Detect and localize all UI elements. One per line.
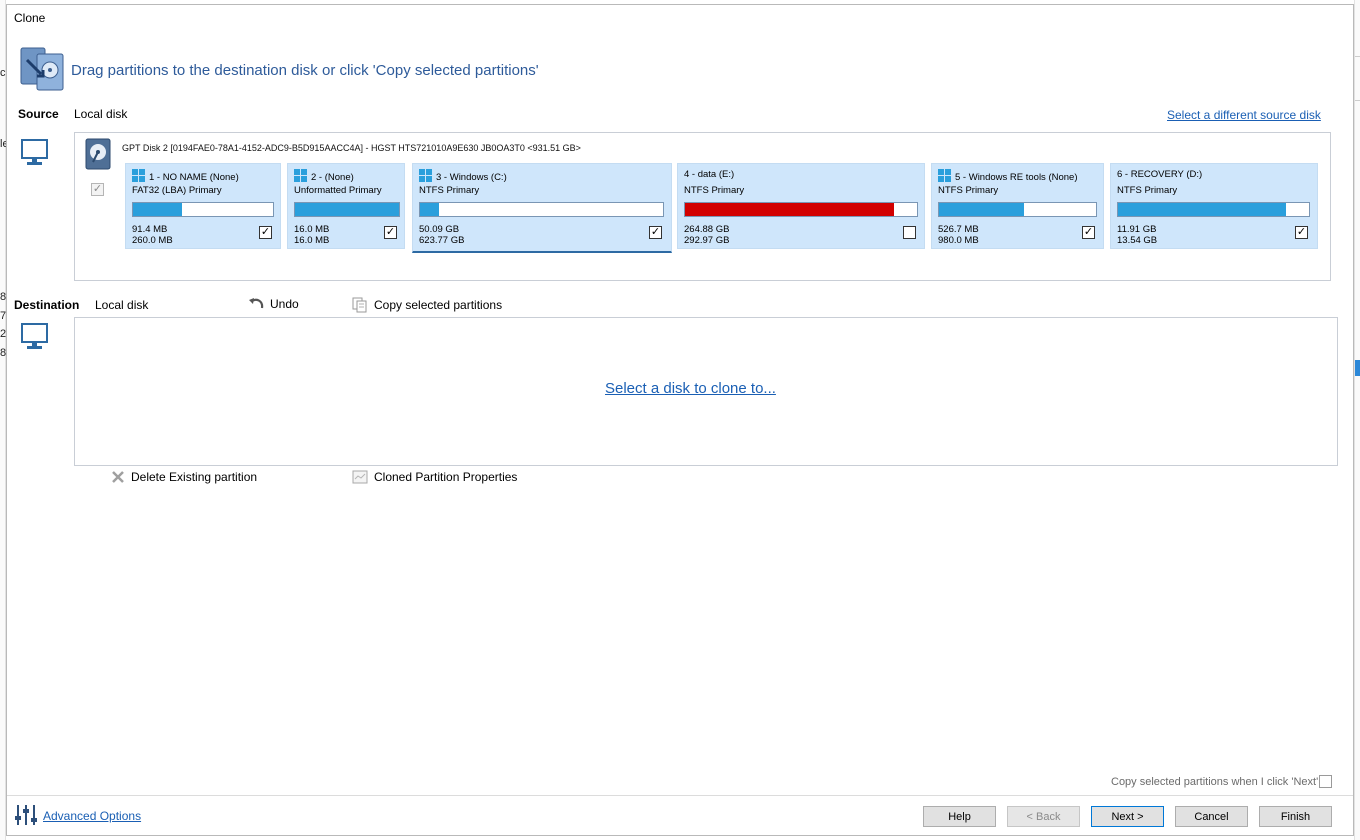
partition-total: 260.0 MB [132,235,173,246]
partition-used: 526.7 MB [938,224,979,235]
advanced-options-link[interactable]: Advanced Options [43,809,141,823]
windows-logo-icon [294,169,307,182]
cancel-button[interactable]: Cancel [1175,806,1248,827]
cloned-props-label: Cloned Partition Properties [374,470,518,484]
windows-logo-icon [419,169,432,182]
partition-used: 50.09 GB [419,224,460,235]
copy-when-next-checkbox[interactable] [1319,775,1332,788]
copy-selected-label: Copy selected partitions [374,298,503,312]
partition-card[interactable]: 6 - RECOVERY (D:) NTFS Primary 11.91 GB … [1110,163,1318,249]
partition-usage-fill [685,203,894,216]
hard-disk-icon [85,138,111,170]
partition-total: 292.97 GB [684,235,730,246]
partition-title: 5 - Windows RE tools (None) [938,169,1077,183]
partition-title: 3 - Windows (C:) [419,169,507,183]
windows-logo-icon [938,169,951,182]
destination-disk-type: Local disk [95,298,149,312]
partition-title-text: 2 - (None) [311,172,354,183]
partition-card[interactable]: 5 - Windows RE tools (None) NTFS Primary… [931,163,1104,249]
partition-used: 11.91 GB [1117,224,1157,235]
partition-title: 6 - RECOVERY (D:) [1117,169,1203,180]
partition-type: NTFS Primary [1117,185,1178,196]
partition-usage-fill [1118,203,1287,216]
partition-card[interactable]: 1 - NO NAME (None) FAT32 (LBA) Primary 9… [125,163,281,249]
partition-total: 16.0 MB [294,235,330,246]
destination-label: Destination [14,298,80,312]
copy-when-next-label: Copy selected partitions when I click 'N… [1111,776,1319,788]
instruction-text: Drag partitions to the destination disk … [71,62,539,79]
partition-title: 4 - data (E:) [684,169,735,180]
partition-usage-fill [939,203,1024,216]
partition-used: 91.4 MB [132,224,168,235]
partition-checkbox[interactable] [903,226,916,239]
partition-usage-bar [294,202,400,217]
window-title: Clone [14,11,46,25]
back-button[interactable]: < Back [1007,806,1080,827]
source-disk-type: Local disk [74,107,128,121]
background-divider [1355,100,1360,101]
footer-divider [7,795,1353,796]
partition-usage-bar [1117,202,1310,217]
partition-type: NTFS Primary [938,185,999,196]
source-label: Source [18,107,59,121]
partition-checkbox[interactable]: ✓ [1082,226,1095,239]
partition-title-text: 1 - NO NAME (None) [149,172,239,183]
partition-type: NTFS Primary [684,185,745,196]
partition-usage-bar [938,202,1097,217]
select-different-source-link[interactable]: Select a different source disk [1167,108,1321,122]
partition-type: Unformatted Primary [294,185,382,196]
partition-used: 264.88 GB [684,224,730,235]
disk-clone-wizard-icon [19,46,65,92]
sliders-icon [14,803,38,827]
partition-card[interactable]: 4 - data (E:) NTFS Primary 264.88 GB 292… [677,163,925,249]
copy-selected-partitions-button[interactable]: Copy selected partitions [352,297,502,313]
partition-checkbox[interactable]: ✓ [649,226,662,239]
disk-header: GPT Disk 2 [0194FAE0-78A1-4152-ADC9-B5D9… [122,143,581,153]
delete-existing-partition-button[interactable]: Delete Existing partition [111,470,257,484]
partition-type: FAT32 (LBA) Primary [132,185,222,196]
help-button[interactable]: Help [923,806,996,827]
partition-title: 2 - (None) [294,169,354,183]
delete-existing-label: Delete Existing partition [131,470,258,484]
partition-title-text: 3 - Windows (C:) [436,172,507,183]
partition-usage-fill [295,203,399,216]
disk-select-checkbox[interactable]: ✓ [91,183,104,196]
partition-title-text: 5 - Windows RE tools (None) [955,172,1078,183]
partition-card[interactable]: 2 - (None) Unformatted Primary 16.0 MB 1… [287,163,405,249]
partition-usage-fill [420,203,440,216]
partition-usage-bar [132,202,274,217]
partition-total: 623.77 GB [419,235,465,246]
copy-document-icon [352,297,367,313]
computer-monitor-icon [20,138,50,168]
partition-usage-bar [684,202,918,217]
background-divider [1355,56,1360,57]
partition-checkbox[interactable]: ✓ [384,226,397,239]
cloned-partition-properties-button[interactable]: Cloned Partition Properties [352,470,517,484]
undo-button[interactable]: Undo [248,297,299,311]
undo-arrow-icon [249,298,264,309]
background-selection [1355,360,1360,376]
partition-title: 1 - NO NAME (None) [132,169,239,183]
properties-icon [352,470,368,484]
partition-total: 980.0 MB [938,235,979,246]
undo-label: Undo [270,297,299,311]
partition-total: 13.54 GB [1117,235,1158,246]
computer-monitor-icon [20,322,50,352]
partition-card[interactable]: 3 - Windows (C:) NTFS Primary 50.09 GB 6… [412,163,672,253]
partition-type: NTFS Primary [419,185,480,196]
background-text: c [0,67,6,79]
delete-x-icon [112,471,124,483]
background-window-right [1354,0,1360,840]
partition-usage-fill [133,203,182,216]
partition-checkbox[interactable]: ✓ [1295,226,1308,239]
finish-button[interactable]: Finish [1259,806,1332,827]
windows-logo-icon [132,169,145,182]
partition-checkbox[interactable]: ✓ [259,226,272,239]
partition-used: 16.0 MB [294,224,330,235]
select-disk-to-clone-link[interactable]: Select a disk to clone to... [605,380,776,397]
next-button[interactable]: Next > [1091,806,1164,827]
partition-usage-bar [419,202,664,217]
